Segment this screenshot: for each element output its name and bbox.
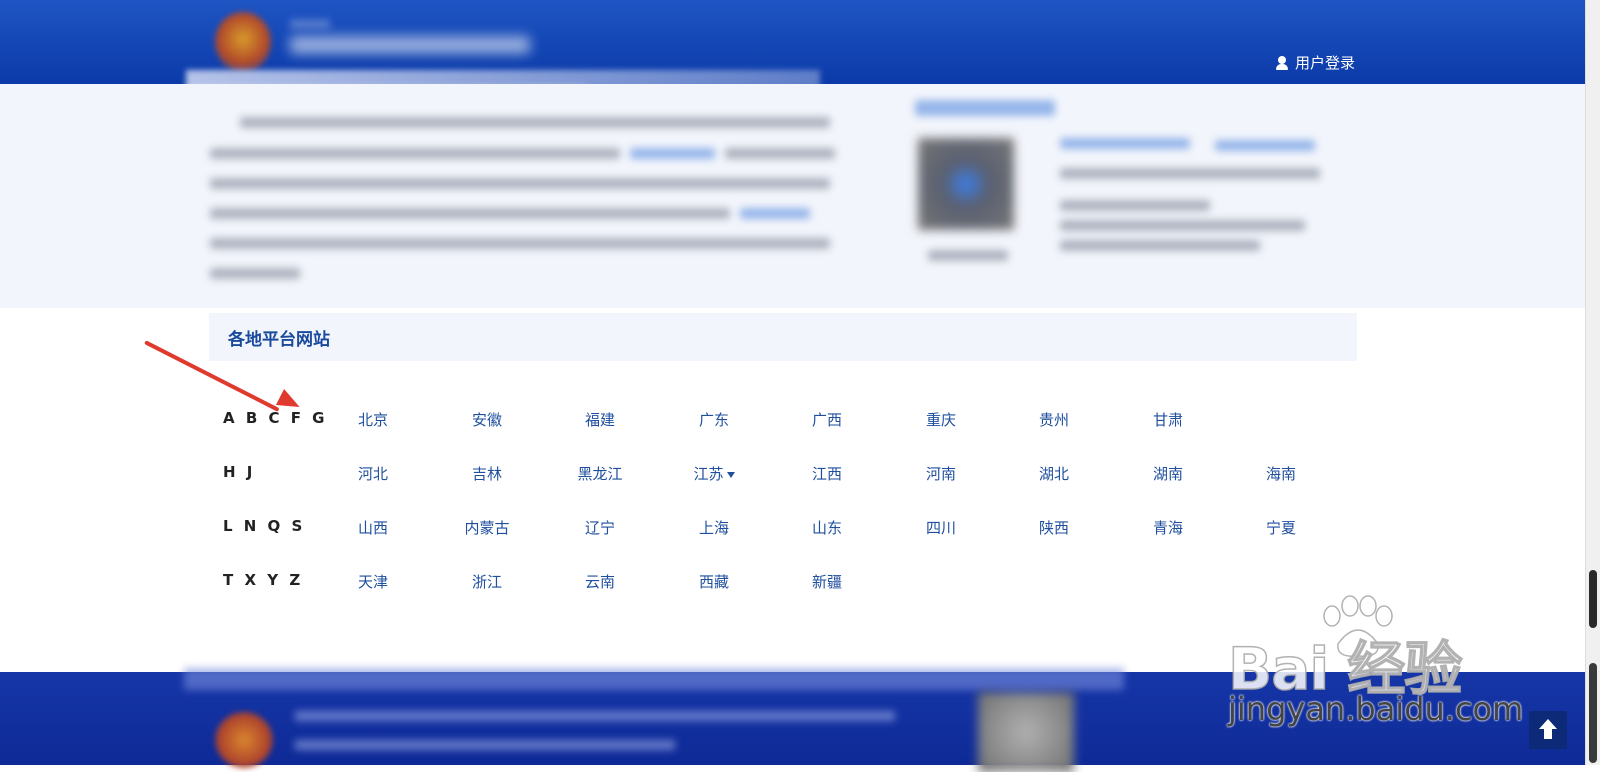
province-link[interactable]: 湖北 xyxy=(1004,463,1104,484)
intro-text-blurred xyxy=(725,148,835,159)
qr-caption-blurred xyxy=(928,250,1008,261)
footer-logo xyxy=(215,712,273,768)
province-link[interactable]: 云南 xyxy=(550,571,650,592)
province-link[interactable]: 福建 xyxy=(550,409,650,430)
user-login-link[interactable]: 用户登录 xyxy=(1275,52,1355,73)
province-row: T X Y Z 天津 浙江 云南 西藏 新疆 xyxy=(0,566,1600,596)
scrollbar-thumb[interactable] xyxy=(1589,570,1597,628)
province-link[interactable]: 西藏 xyxy=(664,571,764,592)
province-link[interactable]: 青海 xyxy=(1118,517,1218,538)
intro-text-blurred xyxy=(210,208,730,219)
province-link[interactable]: 浙江 xyxy=(437,571,537,592)
province-link[interactable]: 山西 xyxy=(323,517,423,538)
intro-text-blurred xyxy=(210,268,300,279)
province-link: 江苏 xyxy=(693,465,724,483)
footer-band-blurred xyxy=(184,668,1124,690)
app-text-blurred xyxy=(1060,200,1210,211)
site-title-blurred xyxy=(290,36,530,54)
qr-code-blurred xyxy=(918,138,1014,230)
intro-text-blurred xyxy=(210,238,830,249)
app-text-blurred xyxy=(1060,168,1320,179)
app-text-blurred xyxy=(1060,240,1260,251)
intro-link-blurred[interactable] xyxy=(630,148,715,159)
province-link[interactable]: 辽宁 xyxy=(550,517,650,538)
province-link[interactable]: 北京 xyxy=(323,409,423,430)
province-link[interactable]: 上海 xyxy=(664,517,764,538)
province-link[interactable]: 黑龙江 xyxy=(550,463,650,484)
scrollbar-thumb-lower[interactable] xyxy=(1589,663,1597,763)
intro-text-blurred xyxy=(210,148,620,159)
province-link[interactable]: 天津 xyxy=(323,571,423,592)
footer-qr-blurred xyxy=(978,692,1074,772)
intro-text-blurred xyxy=(210,178,830,189)
page-scrollbar[interactable] xyxy=(1585,0,1600,765)
province-link[interactable]: 河南 xyxy=(891,463,991,484)
province-link[interactable]: 广东 xyxy=(664,409,764,430)
province-link[interactable]: 内蒙古 xyxy=(437,517,537,538)
province-link[interactable]: 贵州 xyxy=(1004,409,1104,430)
province-link[interactable]: 河北 xyxy=(323,463,423,484)
user-login-label: 用户登录 xyxy=(1295,54,1356,72)
province-link[interactable]: 山东 xyxy=(777,517,877,538)
province-row: H J 河北 吉林 黑龙江 江苏 江西 河南 湖北 湖南 海南 xyxy=(0,458,1600,488)
site-subtitle-blurred xyxy=(290,20,330,28)
province-link[interactable]: 湖南 xyxy=(1118,463,1218,484)
app-text-blurred xyxy=(1060,220,1305,231)
row-letters: T X Y Z xyxy=(223,571,304,589)
footer-text-blurred xyxy=(295,711,895,721)
province-link[interactable]: 广西 xyxy=(777,409,877,430)
province-link[interactable]: 海南 xyxy=(1231,463,1331,484)
app-link-blurred[interactable] xyxy=(1060,138,1190,149)
back-to-top-button[interactable] xyxy=(1529,711,1567,749)
province-link[interactable]: 江西 xyxy=(777,463,877,484)
province-dropdown-jiangsu[interactable]: 江苏 xyxy=(664,463,764,484)
intro-link-blurred[interactable] xyxy=(740,208,810,219)
province-row: A B C F G 北京 安徽 福建 广东 广西 重庆 贵州 甘肃 xyxy=(0,404,1600,434)
province-link[interactable]: 吉林 xyxy=(437,463,537,484)
section-title: 各地平台网站 xyxy=(228,330,330,350)
caret-down-icon xyxy=(726,471,735,478)
section-header xyxy=(209,313,1357,361)
watermark-url: jingyan.baidu.com xyxy=(1228,690,1524,728)
site-logo xyxy=(215,12,271,72)
footer-text-blurred xyxy=(295,740,675,750)
province-link[interactable]: 陕西 xyxy=(1004,517,1104,538)
province-link[interactable]: 四川 xyxy=(891,517,991,538)
row-letters: L N Q S xyxy=(223,517,306,535)
province-link[interactable]: 新疆 xyxy=(777,571,877,592)
app-link-blurred[interactable] xyxy=(1215,140,1315,151)
row-letters: A B C F G xyxy=(223,409,328,427)
user-icon xyxy=(1275,55,1289,70)
province-row: L N Q S 山西 内蒙古 辽宁 上海 山东 四川 陕西 青海 宁夏 xyxy=(0,512,1600,542)
province-link[interactable]: 重庆 xyxy=(891,409,991,430)
province-link[interactable]: 宁夏 xyxy=(1231,517,1331,538)
province-link[interactable]: 安徽 xyxy=(437,409,537,430)
qr-heading-blurred xyxy=(915,100,1055,116)
row-letters: H J xyxy=(223,463,256,481)
intro-text-blurred xyxy=(240,117,830,128)
province-link[interactable]: 甘肃 xyxy=(1118,409,1218,430)
